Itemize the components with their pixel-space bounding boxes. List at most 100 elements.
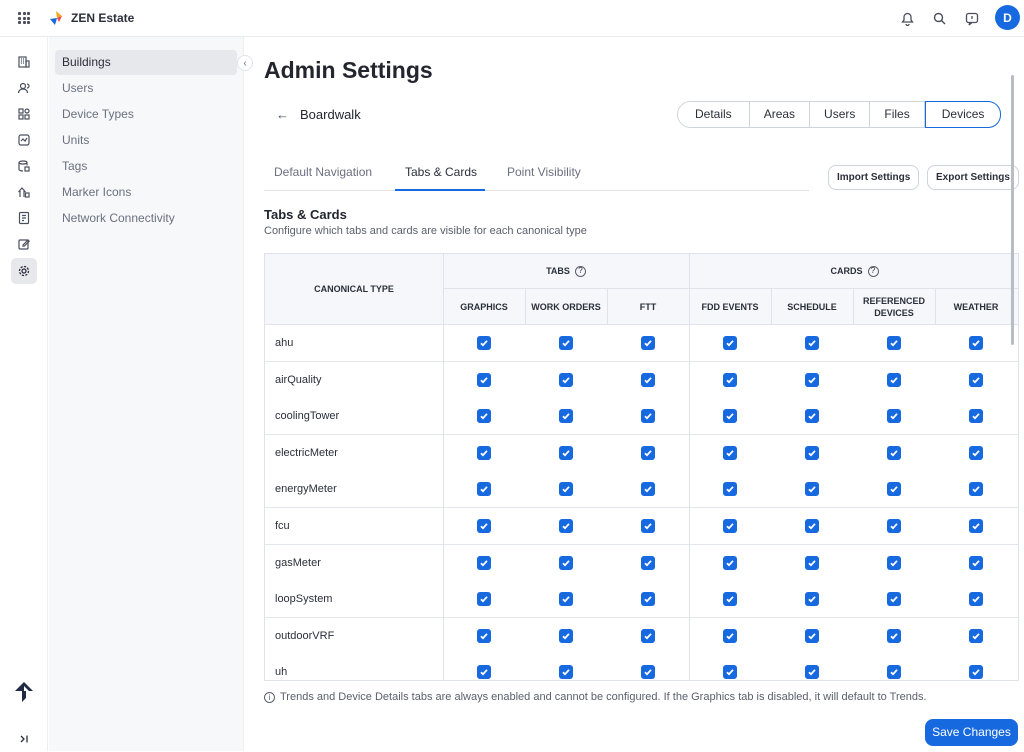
feedback-icon[interactable] [963, 10, 980, 27]
checkbox-weather[interactable] [969, 372, 983, 387]
notifications-icon[interactable] [899, 10, 916, 27]
sidebar-item-units[interactable]: Units [55, 128, 237, 153]
checkbox-ftt[interactable] [641, 409, 655, 424]
checkbox-work-orders[interactable] [559, 555, 573, 570]
checkbox-referenced-devices[interactable] [887, 336, 901, 350]
segment-areas[interactable]: Areas [749, 102, 811, 127]
checkbox-referenced-devices[interactable] [887, 592, 901, 607]
checkbox-ftt[interactable] [641, 372, 655, 387]
checkbox-graphics[interactable] [477, 628, 491, 643]
checkbox-graphics[interactable] [477, 519, 491, 533]
checkbox-work-orders[interactable] [559, 482, 573, 497]
checkbox-fdd-events[interactable] [723, 336, 737, 350]
help-icon[interactable]: ? [867, 265, 879, 277]
checkbox-work-orders[interactable] [559, 665, 573, 680]
checkbox-ftt[interactable] [641, 592, 655, 607]
checkbox-referenced-devices[interactable] [887, 555, 901, 570]
checkbox-fdd-events[interactable] [723, 519, 737, 533]
checkbox-referenced-devices[interactable] [887, 372, 901, 387]
tab-tabs-cards[interactable]: Tabs & Cards [405, 165, 477, 179]
checkbox-referenced-devices[interactable] [887, 445, 901, 460]
app-grid-icon[interactable] [18, 12, 30, 24]
checkbox-weather[interactable] [969, 555, 983, 570]
tab-default-navigation[interactable]: Default Navigation [274, 165, 372, 179]
checkbox-ftt[interactable] [641, 482, 655, 497]
network-icon[interactable] [11, 205, 37, 231]
table-scrollbar[interactable] [1011, 75, 1014, 345]
checkbox-work-orders[interactable] [559, 519, 573, 533]
checkbox-referenced-devices[interactable] [887, 409, 901, 424]
checkbox-graphics[interactable] [477, 665, 491, 680]
user-avatar[interactable]: D [995, 5, 1020, 30]
checkbox-schedule[interactable] [805, 665, 819, 680]
checkbox-graphics[interactable] [477, 482, 491, 497]
building-icon[interactable] [11, 49, 37, 75]
checkbox-work-orders[interactable] [559, 372, 573, 387]
marker-icons-icon[interactable] [11, 179, 37, 205]
checkbox-schedule[interactable] [805, 482, 819, 497]
sidebar-item-buildings[interactable]: Buildings [55, 50, 237, 75]
checkbox-fdd-events[interactable] [723, 482, 737, 497]
checkbox-work-orders[interactable] [559, 445, 573, 460]
checkbox-work-orders[interactable] [559, 336, 573, 350]
checkbox-fdd-events[interactable] [723, 555, 737, 570]
checkbox-weather[interactable] [969, 592, 983, 607]
import-settings-button[interactable]: Import Settings [828, 165, 920, 190]
checkbox-schedule[interactable] [805, 592, 819, 607]
checkbox-work-orders[interactable] [559, 628, 573, 643]
tags-icon[interactable] [11, 153, 37, 179]
checkbox-fdd-events[interactable] [723, 372, 737, 387]
checkbox-schedule[interactable] [805, 519, 819, 533]
checkbox-weather[interactable] [969, 336, 983, 350]
checkbox-ftt[interactable] [641, 445, 655, 460]
checkbox-weather[interactable] [969, 665, 983, 680]
checkbox-schedule[interactable] [805, 555, 819, 570]
checkbox-ftt[interactable] [641, 519, 655, 533]
sidebar-item-users[interactable]: Users [55, 76, 237, 101]
checkbox-ftt[interactable] [641, 665, 655, 680]
export-settings-button[interactable]: Export Settings [927, 165, 1019, 190]
settings-icon[interactable] [11, 258, 37, 284]
checkbox-weather[interactable] [969, 628, 983, 643]
checkbox-weather[interactable] [969, 445, 983, 460]
checkbox-graphics[interactable] [477, 409, 491, 424]
back-arrow-icon[interactable]: ← [276, 107, 289, 122]
checkbox-fdd-events[interactable] [723, 409, 737, 424]
checkbox-graphics[interactable] [477, 445, 491, 460]
checkbox-fdd-events[interactable] [723, 445, 737, 460]
tab-point-visibility[interactable]: Point Visibility [507, 165, 581, 179]
segment-devices[interactable]: Devices [924, 101, 1002, 128]
checkbox-schedule[interactable] [805, 372, 819, 387]
checkbox-graphics[interactable] [477, 555, 491, 570]
checkbox-referenced-devices[interactable] [887, 665, 901, 680]
checkbox-ftt[interactable] [641, 336, 655, 350]
checkbox-weather[interactable] [969, 409, 983, 424]
checkbox-graphics[interactable] [477, 592, 491, 607]
checkbox-schedule[interactable] [805, 628, 819, 643]
checkbox-weather[interactable] [969, 482, 983, 497]
checkbox-graphics[interactable] [477, 336, 491, 350]
checkbox-fdd-events[interactable] [723, 665, 737, 680]
checkbox-schedule[interactable] [805, 409, 819, 424]
save-changes-button[interactable]: Save Changes [925, 719, 1018, 746]
sidebar-item-network-connectivity[interactable]: Network Connectivity [55, 206, 237, 231]
checkbox-referenced-devices[interactable] [887, 519, 901, 533]
units-icon[interactable] [11, 127, 37, 153]
checkbox-graphics[interactable] [477, 372, 491, 387]
checkbox-referenced-devices[interactable] [887, 628, 901, 643]
expand-icon[interactable] [11, 726, 37, 752]
checkbox-schedule[interactable] [805, 445, 819, 460]
checkbox-fdd-events[interactable] [723, 592, 737, 607]
search-icon[interactable] [931, 10, 948, 27]
help-icon[interactable]: ? [574, 265, 586, 277]
checkbox-weather[interactable] [969, 519, 983, 533]
checkbox-schedule[interactable] [805, 336, 819, 350]
device-types-icon[interactable] [11, 101, 37, 127]
segment-files[interactable]: Files [870, 102, 925, 127]
checkbox-work-orders[interactable] [559, 409, 573, 424]
edit-icon[interactable] [11, 231, 37, 257]
segment-details[interactable]: Details [678, 102, 750, 127]
sidebar-item-device-types[interactable]: Device Types [55, 102, 237, 127]
checkbox-ftt[interactable] [641, 555, 655, 570]
checkbox-ftt[interactable] [641, 628, 655, 643]
